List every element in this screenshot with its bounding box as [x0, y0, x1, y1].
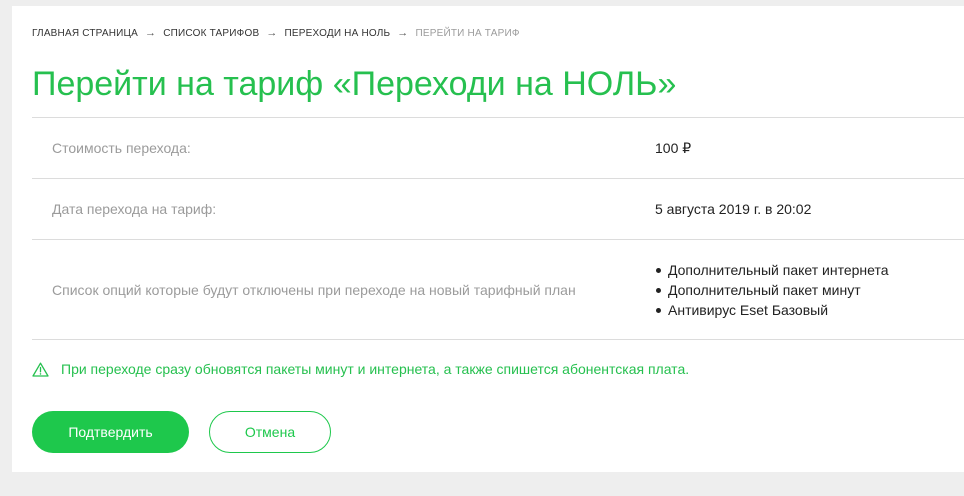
date-value: 5 августа 2019 г. в 20:02	[655, 201, 812, 217]
detail-row-cost: Стоимость перехода: 100 ₽	[32, 117, 964, 178]
page-title: Перейти на тариф «Переходи на НОЛЬ»	[32, 65, 677, 103]
list-item: Дополнительный пакет минут	[655, 280, 889, 300]
cost-value: 100 ₽	[655, 139, 692, 156]
cancel-button[interactable]: Отмена	[209, 411, 331, 453]
breadcrumb-arrow-icon: →	[397, 27, 409, 39]
cost-label: Стоимость перехода:	[52, 140, 191, 156]
tariff-change-card: ГЛАВНАЯ СТРАНИЦА → СПИСОК ТАРИФОВ → ПЕРЕ…	[12, 6, 964, 472]
disabled-options-list: Дополнительный пакет интернета Дополните…	[655, 260, 889, 320]
list-item: Антивирус Eset Базовый	[655, 300, 889, 320]
breadcrumb-home-link[interactable]: ГЛАВНАЯ СТРАНИЦА	[32, 28, 138, 39]
breadcrumb-arrow-icon: →	[145, 27, 157, 39]
breadcrumb-current: ПЕРЕЙТИ НА ТАРИФ	[415, 27, 520, 39]
notice-text: При переходе сразу обновятся пакеты мину…	[61, 361, 690, 377]
details-table: Стоимость перехода: 100 ₽ Дата перехода …	[32, 117, 964, 340]
breadcrumb-tariffs-link[interactable]: СПИСОК ТАРИФОВ	[163, 28, 259, 39]
options-label: Список опций которые будут отключены при…	[52, 281, 576, 298]
notice-message: При переходе сразу обновятся пакеты мину…	[32, 361, 689, 377]
date-label: Дата перехода на тариф:	[52, 201, 217, 217]
detail-row-date: Дата перехода на тариф: 5 августа 2019 г…	[32, 178, 964, 239]
warning-triangle-icon	[32, 362, 49, 377]
breadcrumb-arrow-icon: →	[266, 27, 278, 39]
detail-row-options: Список опций которые будут отключены при…	[32, 239, 964, 340]
list-item: Дополнительный пакет интернета	[655, 260, 889, 280]
breadcrumb: ГЛАВНАЯ СТРАНИЦА → СПИСОК ТАРИФОВ → ПЕРЕ…	[32, 27, 520, 39]
breadcrumb-tariff-link[interactable]: ПЕРЕХОДИ НА НОЛЬ	[285, 28, 391, 39]
confirm-button[interactable]: Подтвердить	[32, 411, 189, 453]
